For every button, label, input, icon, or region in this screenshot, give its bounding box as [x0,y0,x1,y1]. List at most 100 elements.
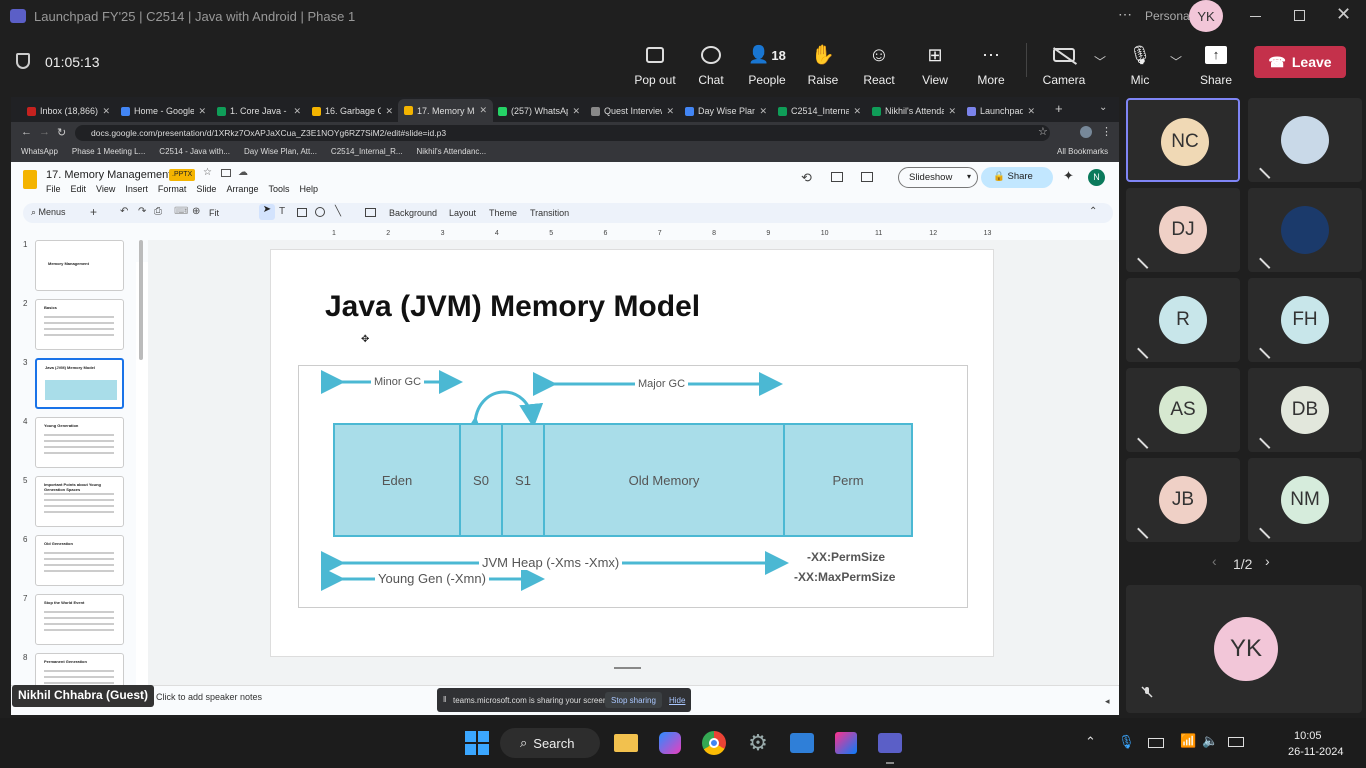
expand-panel-icon[interactable]: ◂ [1105,696,1110,707]
tab-close-icon[interactable]: ✕ [198,106,206,117]
participant-tile[interactable] [1248,188,1362,272]
browser-tab[interactable]: Home - Google D✕ [115,101,212,121]
slide-thumbnail[interactable]: Important Points about Young Generation … [35,476,124,527]
settings-icon[interactable]: ⚙ [743,728,773,758]
comments-icon[interactable] [831,172,843,182]
participant-tile[interactable]: AS [1126,368,1240,452]
browser-tab[interactable]: 17. Memory Mana ✕ [398,99,493,122]
start-icon[interactable] [462,728,492,758]
docs-menu-item[interactable]: Slide [196,184,216,194]
memory-diagram[interactable]: Minor GC Major GC Eden S0 S1 Old Memory … [298,365,968,608]
battery-icon[interactable] [1228,737,1244,747]
gemini-icon[interactable]: ✦ [1063,168,1074,184]
redo-icon[interactable]: ↷ [138,206,146,217]
maximize-icon[interactable] [1294,10,1305,21]
undo-icon[interactable]: ↶ [120,206,128,217]
avatar[interactable]: YK [1189,0,1223,32]
photos-icon[interactable] [787,728,817,758]
docs-menu-item[interactable]: Format [158,184,187,194]
move-icon[interactable] [221,169,231,177]
next-page-icon[interactable]: › [1265,553,1270,569]
browser-tab[interactable]: Nikhil's Attendan✕ [866,101,962,121]
mic-button[interactable]: 🎙 Mic [1110,43,1170,88]
bookmark-item[interactable]: Nikhil's Attendanc... [417,147,487,156]
shape-icon[interactable] [315,207,325,217]
menu-icon[interactable]: ⋮ [1101,125,1112,138]
star-icon[interactable]: ☆ [203,167,212,178]
cloud-icon[interactable]: ☁ [238,167,248,178]
tab-close-icon[interactable]: ✕ [1027,106,1035,117]
more-icon[interactable]: ⋯ [1118,6,1132,23]
camera-button[interactable]: Camera [1034,43,1094,87]
browser-tab[interactable]: Launchpad F✕ [961,101,1041,121]
reload-icon[interactable]: ↻ [57,126,66,139]
more-button[interactable]: ⋯ More [961,43,1021,88]
slideshow-button[interactable]: Slideshow ▾ [898,167,978,188]
browser-tab[interactable]: 16. Garbage Colle✕ [306,101,399,121]
tab-close-icon[interactable]: ✕ [759,106,767,117]
tab-close-icon[interactable]: ✕ [479,105,487,116]
raise-hand-button[interactable]: ✋ Raise [793,43,853,87]
slide-thumbnail[interactable]: Old Generation [35,535,124,586]
bookmark-item[interactable]: WhatsApp [21,147,58,156]
clock-time[interactable]: 10:05 [1294,730,1322,742]
react-button[interactable]: ☺ React [849,43,909,88]
docs-menu-item[interactable]: Insert [125,184,148,194]
select-tool-icon[interactable]: ➤ [259,204,275,220]
chrome-icon[interactable] [699,728,729,758]
participant-tile[interactable]: FH [1248,278,1362,362]
layout-button[interactable]: Layout [449,208,476,218]
view-button[interactable]: ⊞ View [905,43,965,88]
stop-sharing-button[interactable]: Stop sharing [605,692,662,708]
image-icon[interactable] [297,208,307,217]
user-avatar[interactable]: N [1088,169,1105,186]
slide-thumbnail[interactable]: Basics [35,299,124,350]
participant-tile[interactable] [1248,98,1362,182]
chat-button[interactable]: Chat [681,43,741,87]
docs-menu-item[interactable]: Help [299,184,318,194]
scrollbar[interactable] [139,240,143,360]
browser-tab[interactable]: (257) WhatsApp ✕ [492,101,586,121]
profile-icon[interactable] [1080,126,1092,138]
tab-close-icon[interactable]: ✕ [948,106,956,117]
line-icon[interactable]: ╲ [335,206,341,217]
docs-menu-item[interactable]: View [96,184,115,194]
tab-close-icon[interactable]: ✕ [853,106,861,117]
slide-title[interactable]: Java (JVM) Memory Model [325,290,700,324]
mic-tray-icon[interactable]: 🎙 [1118,734,1135,750]
minimize-icon[interactable] [1250,16,1261,17]
clock-date[interactable]: 26-11-2024 [1288,746,1343,758]
zoom-select[interactable]: Fit [209,208,219,218]
browser-tab[interactable]: Day Wise Plan, At✕ [679,101,773,121]
transition-button[interactable]: Transition [530,208,569,218]
participant-tile[interactable]: JB [1126,458,1240,542]
paint-format-icon[interactable]: ⌨ [174,206,188,217]
bookmark-item[interactable]: C2514 - Java with... [159,147,230,156]
teams-icon[interactable] [875,728,905,758]
slide[interactable]: Java (JVM) Memory Model ✥ Minor GC Major… [270,249,994,657]
participant-tile[interactable]: NM [1248,458,1362,542]
new-slide-icon[interactable]: + [90,205,97,219]
docs-menu-item[interactable]: Arrange [226,184,258,194]
profile-label[interactable]: Personal [1145,9,1192,23]
leave-button[interactable]: ☎ Leave [1254,46,1346,78]
slide-thumbnail[interactable]: Memory Management [35,240,124,291]
history-icon[interactable]: ⟲ [801,170,812,186]
browser-tab[interactable]: 1. Core Java - Go ✕ [211,101,307,121]
copilot-icon[interactable] [655,728,685,758]
prev-page-icon[interactable]: ‹ [1212,553,1217,569]
browser-tab[interactable]: Quest Interview Q ✕ [585,101,680,121]
print-icon[interactable]: ⎙ [154,206,162,217]
taskbar-search[interactable]: ⌕ Search [500,728,600,758]
people-button[interactable]: 👤 18 People [737,43,797,87]
wifi-icon[interactable]: 📶 [1180,733,1196,749]
keyboard-icon[interactable] [1148,738,1164,748]
back-icon[interactable]: ← [21,126,32,138]
tab-search-icon[interactable]: ⌄ [1099,102,1107,113]
volume-icon[interactable]: 🔈 [1202,733,1218,749]
meet-icon[interactable] [861,172,873,182]
docs-menu-item[interactable]: File [46,184,61,194]
theme-button[interactable]: Theme [489,208,517,218]
slide-thumbnail[interactable]: Java (JVM) Memory Model [35,358,124,409]
participant-tile[interactable]: NC [1126,98,1240,182]
